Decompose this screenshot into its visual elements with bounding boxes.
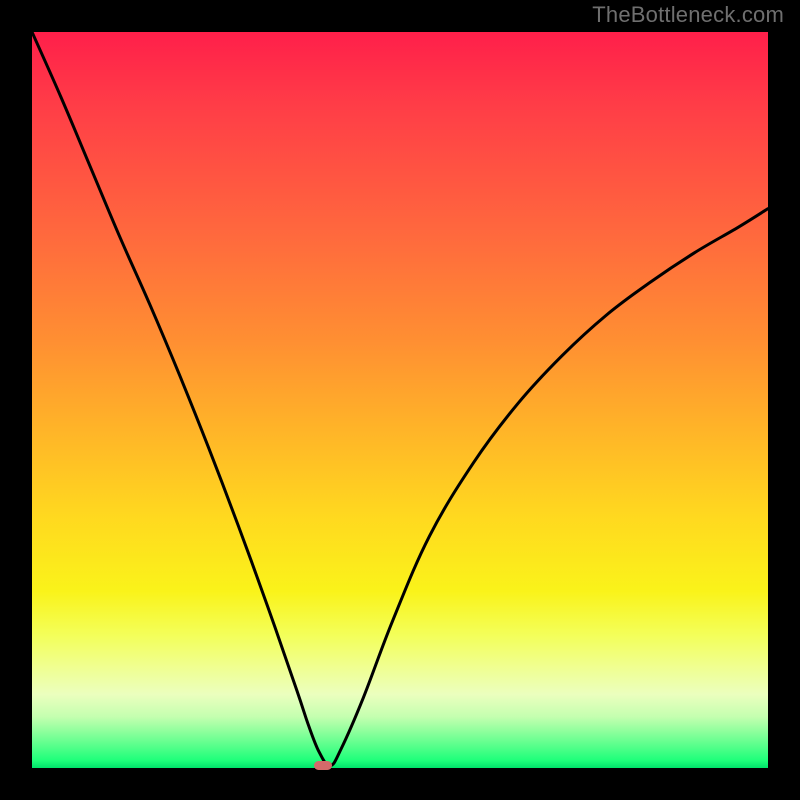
watermark-text: TheBottleneck.com xyxy=(592,2,784,28)
minimum-marker xyxy=(314,761,332,770)
curve-line xyxy=(32,32,768,768)
plot-area xyxy=(32,32,768,768)
chart-frame: TheBottleneck.com xyxy=(0,0,800,800)
